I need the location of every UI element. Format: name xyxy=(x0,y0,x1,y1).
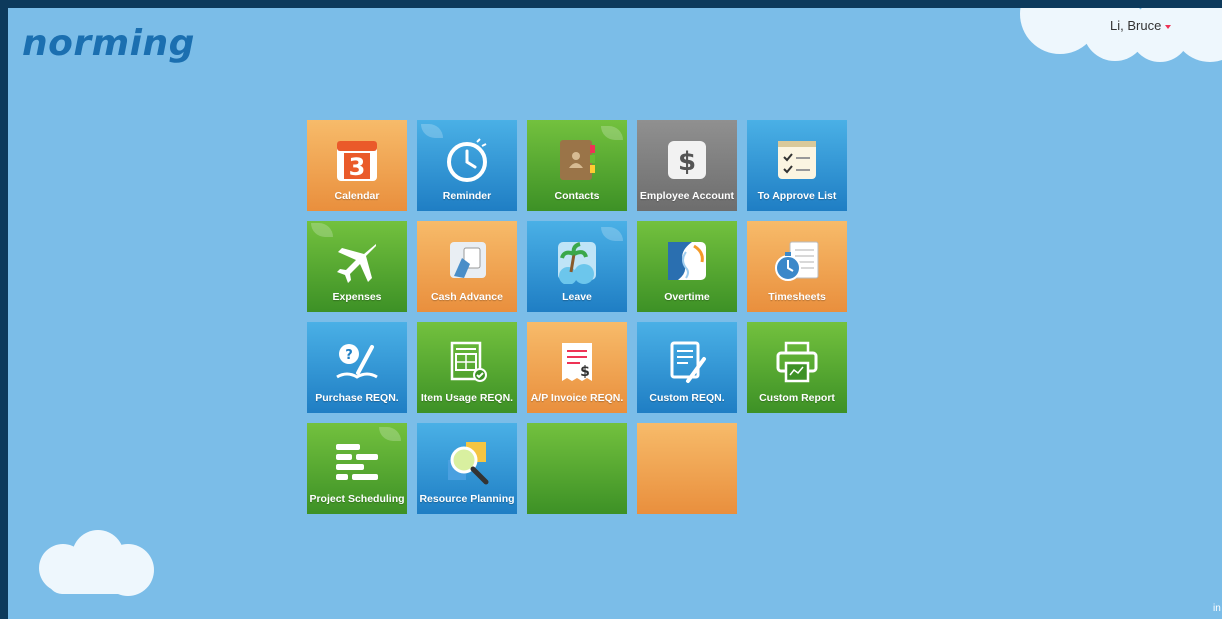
tile-label: Timesheets xyxy=(768,291,826,303)
svg-text:$: $ xyxy=(678,147,696,177)
gantt-icon xyxy=(333,439,381,487)
clock-icon xyxy=(443,136,491,184)
leaf-decoration xyxy=(601,126,623,140)
tile-ap-invoice-reqn[interactable]: $ A/P Invoice REQN. xyxy=(527,322,627,413)
tile-employee-account[interactable]: $ Employee Account xyxy=(637,120,737,211)
leaf-decoration xyxy=(601,227,623,241)
tile-resource-planning[interactable]: Resource Planning xyxy=(417,423,517,514)
airplane-icon xyxy=(333,237,381,285)
tile-label: Cash Advance xyxy=(431,291,503,303)
dollar-icon: $ xyxy=(663,136,711,184)
leaf-decoration xyxy=(311,223,333,237)
tile-reminder[interactable]: Reminder xyxy=(417,120,517,211)
tile-label: Contacts xyxy=(554,190,600,202)
tile-label: Custom Report xyxy=(759,392,835,404)
tile-label: Item Usage REQN. xyxy=(420,392,514,404)
tile-empty-green xyxy=(527,423,627,514)
question-book-icon: ? xyxy=(333,338,381,386)
app-frame: norming Li, Bruce 3 Calendar Reminder Co… xyxy=(8,8,1222,619)
caret-down-icon xyxy=(1165,24,1172,29)
norming-logo: norming xyxy=(22,23,195,64)
tile-item-usage-reqn[interactable]: Item Usage REQN. xyxy=(417,322,517,413)
svg-text:?: ? xyxy=(345,348,353,363)
tile-cash-advance[interactable]: Cash Advance xyxy=(417,221,517,312)
tile-custom-report[interactable]: Custom Report xyxy=(747,322,847,413)
tile-label: Overtime xyxy=(664,291,710,303)
magnifier-icon xyxy=(443,439,491,487)
tile-to-approve-list[interactable]: To Approve List xyxy=(747,120,847,211)
tile-purchase-reqn[interactable]: ? Purchase REQN. xyxy=(307,322,407,413)
tile-expenses[interactable]: Expenses xyxy=(307,221,407,312)
stopwatch-sheet-icon xyxy=(773,237,821,285)
tile-timesheets[interactable]: Timesheets xyxy=(747,221,847,312)
tile-contacts[interactable]: Contacts xyxy=(527,120,627,211)
tile-label: Leave xyxy=(562,291,592,303)
app-tile-grid: 3 Calendar Reminder Contacts $ Employee … xyxy=(307,120,847,514)
tile-label: Purchase REQN. xyxy=(315,392,399,404)
hand-card-icon xyxy=(443,237,491,285)
address-book-icon xyxy=(553,136,601,184)
tile-label: Calendar xyxy=(334,190,380,202)
tile-leave[interactable]: Leave xyxy=(527,221,627,312)
printer-icon xyxy=(773,338,821,386)
tile-label: To Approve List xyxy=(757,190,837,202)
tile-label: Custom REQN. xyxy=(649,392,725,404)
tile-label: Expenses xyxy=(332,291,382,303)
tile-label: Employee Account xyxy=(639,190,735,202)
beach-icon xyxy=(553,237,601,285)
invoice-check-icon xyxy=(443,338,491,386)
tile-label: Reminder xyxy=(442,190,492,202)
leaf-decoration xyxy=(421,124,443,138)
document-pen-icon xyxy=(663,338,711,386)
cloud-decoration xyxy=(39,530,154,596)
calendar-icon: 3 xyxy=(333,136,381,184)
tile-label: Project Scheduling xyxy=(309,493,405,505)
tile-overtime[interactable]: Overtime xyxy=(637,221,737,312)
receipt-dollar-icon: $ xyxy=(553,338,601,386)
checklist-icon xyxy=(773,136,821,184)
tile-label: Resource Planning xyxy=(419,493,515,505)
user-name: Li, Bruce xyxy=(1110,18,1162,33)
tile-empty-orange xyxy=(637,423,737,514)
user-menu[interactable]: Li, Bruce xyxy=(1110,18,1172,33)
tile-project-scheduling[interactable]: Project Scheduling xyxy=(307,423,407,514)
moon-face-icon xyxy=(663,237,711,285)
svg-text:$: $ xyxy=(580,364,590,380)
tile-label: A/P Invoice REQN. xyxy=(530,392,624,404)
corner-text: in xyxy=(1213,603,1221,614)
svg-text:3: 3 xyxy=(349,153,366,181)
tile-custom-reqn[interactable]: Custom REQN. xyxy=(637,322,737,413)
tile-calendar[interactable]: 3 Calendar xyxy=(307,120,407,211)
leaf-decoration xyxy=(379,427,401,441)
